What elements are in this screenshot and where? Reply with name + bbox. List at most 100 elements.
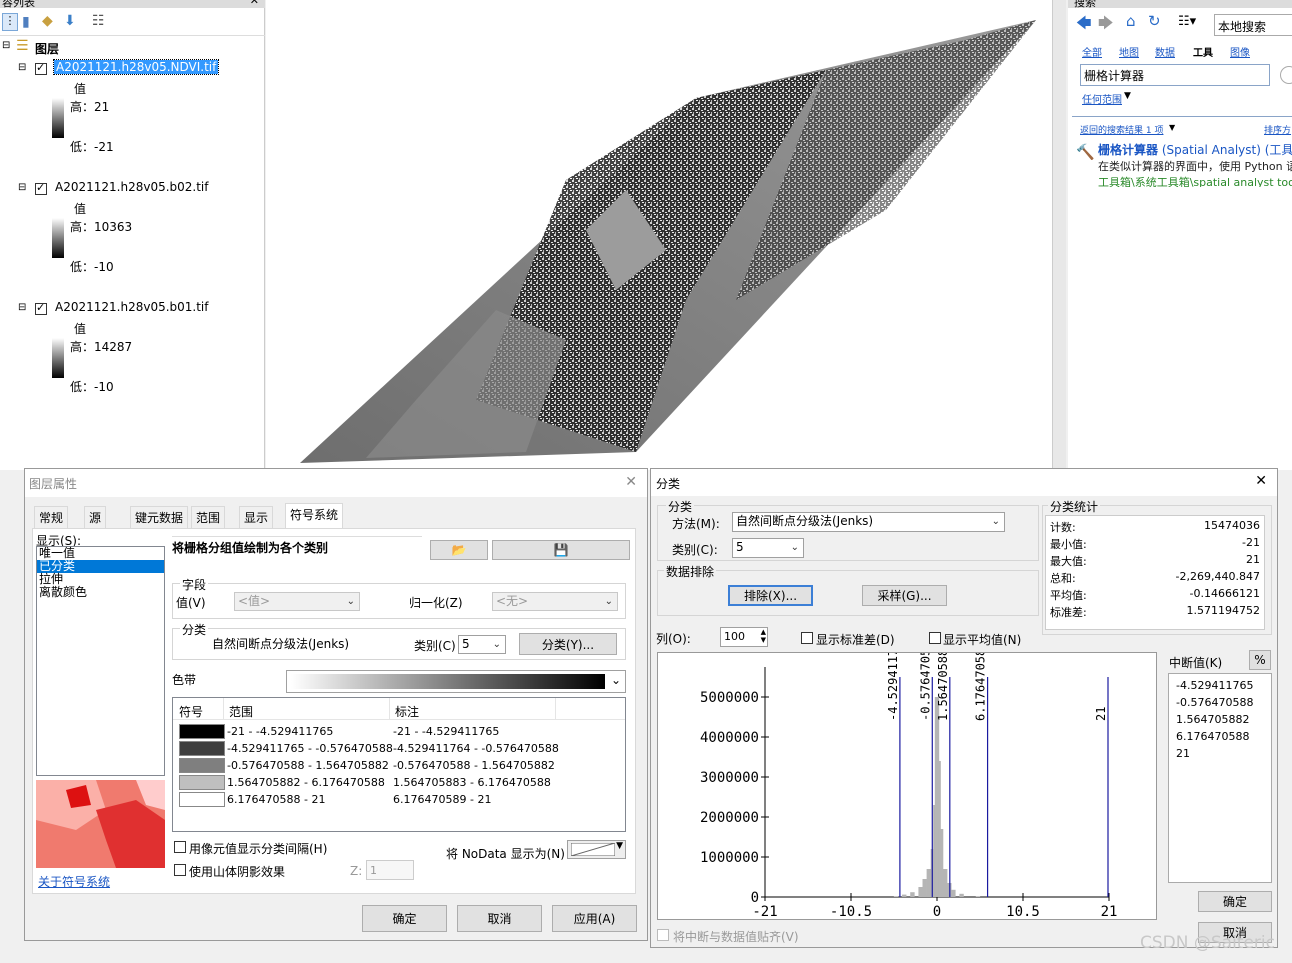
color-ramp-label: 色带 bbox=[172, 673, 197, 687]
class-label: -21 - -4.529411765 bbox=[393, 725, 500, 738]
class-symbol-swatch[interactable] bbox=[179, 741, 225, 756]
result-count-link[interactable]: 返回的搜索结果 1 项 bbox=[1080, 123, 1163, 136]
ok-button[interactable]: 确定 bbox=[362, 905, 447, 932]
hillshade-checkbox[interactable] bbox=[174, 864, 186, 876]
snap-breaks-checkbox[interactable] bbox=[657, 929, 669, 941]
folder-icon: 📂 bbox=[451, 543, 467, 557]
percent-button[interactable]: % bbox=[1249, 650, 1271, 670]
normalization-select[interactable]: <无> ⌄ bbox=[492, 592, 618, 611]
list-by-drawing-order-icon[interactable]: ⋮ bbox=[2, 13, 18, 31]
search-tab-all[interactable]: 全部 bbox=[1082, 44, 1102, 59]
show-std-checkbox[interactable] bbox=[801, 632, 813, 644]
col-symbol[interactable]: 符号 bbox=[179, 703, 203, 720]
color-ramp-select[interactable]: ⌄ bbox=[286, 670, 626, 693]
list-by-source-icon[interactable]: ▮ bbox=[22, 14, 30, 30]
histogram-panel[interactable]: 0 1000000 2000000 3000000 4000000 5000000 -21 -… bbox=[657, 634, 1157, 920]
apply-button[interactable]: 应用(A) bbox=[552, 905, 637, 932]
layer-name[interactable]: A2021121.h28v05.b01.tif bbox=[55, 300, 209, 314]
search-scope[interactable]: 本地搜索 bbox=[1214, 14, 1292, 36]
z-factor-input[interactable] bbox=[366, 860, 414, 880]
tab-display[interactable]: 显示 bbox=[239, 506, 274, 528]
options-icon[interactable]: ☷ bbox=[92, 13, 105, 29]
col-range[interactable]: 范围 bbox=[229, 703, 253, 720]
collapse-icon[interactable]: ⊟ bbox=[18, 182, 26, 193]
dropdown-icon[interactable]: ▼ bbox=[1124, 91, 1131, 101]
layer-visibility-checkbox[interactable] bbox=[35, 61, 47, 75]
list-by-visibility-icon[interactable]: ◆ bbox=[42, 13, 53, 29]
save-button[interactable]: 💾 bbox=[492, 540, 630, 560]
table-row[interactable]: -21 - -4.529411765 -21 - -4.529411765 bbox=[173, 724, 625, 740]
tab-general[interactable]: 常规 bbox=[34, 506, 69, 528]
show-class-breaks-checkbox[interactable] bbox=[174, 841, 186, 853]
histogram-bar bbox=[975, 896, 981, 897]
list-item[interactable]: 6.176470588 bbox=[1176, 728, 1264, 745]
forward-icon[interactable]: 🡆 bbox=[1098, 13, 1114, 38]
dropdown-icon[interactable]: ▼ bbox=[1169, 123, 1175, 132]
layer-visibility-checkbox[interactable] bbox=[35, 181, 47, 195]
close-icon[interactable]: ✕ bbox=[625, 474, 637, 490]
table-row[interactable]: -4.529411765 - -0.576470588 -4.529411764… bbox=[173, 741, 625, 757]
map-view[interactable] bbox=[266, 0, 1052, 470]
class-symbol-swatch[interactable] bbox=[179, 792, 225, 807]
root-label[interactable]: 图层 bbox=[35, 40, 59, 57]
spinner-icon[interactable]: ▲ ▼ bbox=[761, 628, 766, 644]
refresh-icon[interactable]: ↻ bbox=[1148, 12, 1161, 30]
expand-icon[interactable]: ⊟ bbox=[2, 40, 10, 51]
sort-link[interactable]: 排序方 bbox=[1264, 123, 1291, 136]
class-count-select[interactable]: 5 ⌄ bbox=[458, 635, 506, 654]
list-item[interactable]: -0.576470588 bbox=[1176, 694, 1264, 711]
map-scrollbar[interactable] bbox=[1052, 0, 1066, 470]
search-go-icon[interactable] bbox=[1280, 66, 1292, 84]
stat-value: -0.14666121 bbox=[1189, 587, 1260, 600]
search-tab-tools[interactable]: 工具 bbox=[1193, 44, 1213, 59]
search-tab-maps[interactable]: 地图 bbox=[1119, 44, 1139, 59]
layer-visibility-checkbox[interactable] bbox=[35, 301, 47, 315]
stat-value: 21 bbox=[1246, 553, 1260, 566]
tab-source[interactable]: 源 bbox=[84, 506, 107, 528]
col-label[interactable]: 标注 bbox=[395, 703, 419, 720]
close-icon[interactable]: ✕ bbox=[250, 0, 259, 7]
table-row[interactable]: 1.564705882 - 6.176470588 1.564705883 - … bbox=[173, 775, 625, 791]
list-by-selection-icon[interactable]: ⬇ bbox=[64, 13, 76, 29]
import-button[interactable]: 📂 bbox=[430, 540, 488, 560]
ok-button[interactable]: 确定 bbox=[1198, 891, 1272, 912]
tab-extent[interactable]: 范围 bbox=[191, 506, 226, 528]
collapse-icon[interactable]: ⊟ bbox=[18, 62, 26, 73]
cancel-button[interactable]: 取消 bbox=[457, 905, 542, 932]
sampling-button[interactable]: 采样(G)... bbox=[862, 585, 947, 606]
classify-button[interactable]: 分类(Y)... bbox=[519, 633, 617, 655]
search-result[interactable]: 栅格计算器 (Spatial Analyst) (工具) 在类似计算器的界面中，… bbox=[1098, 141, 1292, 187]
list-item[interactable]: 1.564705882 bbox=[1176, 711, 1264, 728]
collapse-icon[interactable]: ⊟ bbox=[18, 302, 26, 313]
home-icon[interactable]: ⌂ bbox=[1126, 12, 1136, 30]
search-tab-images[interactable]: 图像 bbox=[1230, 44, 1250, 59]
nodata-color-select[interactable]: ▼ bbox=[567, 840, 626, 859]
layer-name[interactable]: A2021121.h28v05.b02.tif bbox=[55, 180, 209, 194]
exclusion-button[interactable]: 排除(X)... bbox=[728, 585, 813, 606]
class-count-select[interactable]: 5 ⌄ bbox=[732, 538, 804, 558]
close-icon[interactable]: ✕ bbox=[1255, 473, 1267, 489]
class-symbol-swatch[interactable] bbox=[179, 775, 225, 790]
tab-symbology[interactable]: 符号系统 bbox=[285, 503, 344, 529]
list-item[interactable]: -4.529411765 bbox=[1176, 677, 1264, 694]
layer-name[interactable]: A2021121.h28v05.NDVI.tif bbox=[52, 59, 220, 75]
show-mean-checkbox[interactable] bbox=[929, 632, 941, 644]
options-icon[interactable]: ☷▾ bbox=[1178, 14, 1196, 29]
tab-key-metadata[interactable]: 键元数据 bbox=[130, 506, 189, 528]
table-row[interactable]: -0.576470588 - 1.564705882 -0.576470588 … bbox=[173, 758, 625, 774]
renderer-item-discrete[interactable]: 离散颜色 bbox=[37, 586, 164, 599]
any-extent-link[interactable]: 任何范围 bbox=[1082, 91, 1122, 106]
search-input[interactable] bbox=[1080, 64, 1270, 86]
search-tab-data[interactable]: 数据 bbox=[1155, 44, 1175, 59]
method-select[interactable]: 自然间断点分级法(Jenks) ⌄ bbox=[732, 512, 1005, 532]
about-symbology-link[interactable]: 关于符号系统 bbox=[38, 873, 110, 890]
table-row[interactable]: 6.176470588 - 21 6.176470589 - 21 bbox=[173, 792, 625, 808]
value-field-select[interactable]: <值> ⌄ bbox=[234, 592, 360, 611]
columns-spinner[interactable]: 100 ▲ ▼ bbox=[720, 627, 768, 647]
list-item[interactable]: 21 bbox=[1176, 745, 1264, 762]
back-icon[interactable]: 🡄 bbox=[1076, 13, 1092, 38]
search-tabs: 全部 地图 数据 工具 图像 bbox=[1082, 44, 1292, 60]
result-title[interactable]: 栅格计算器 bbox=[1098, 143, 1158, 157]
class-symbol-swatch[interactable] bbox=[179, 758, 225, 773]
class-symbol-swatch[interactable] bbox=[179, 724, 225, 739]
